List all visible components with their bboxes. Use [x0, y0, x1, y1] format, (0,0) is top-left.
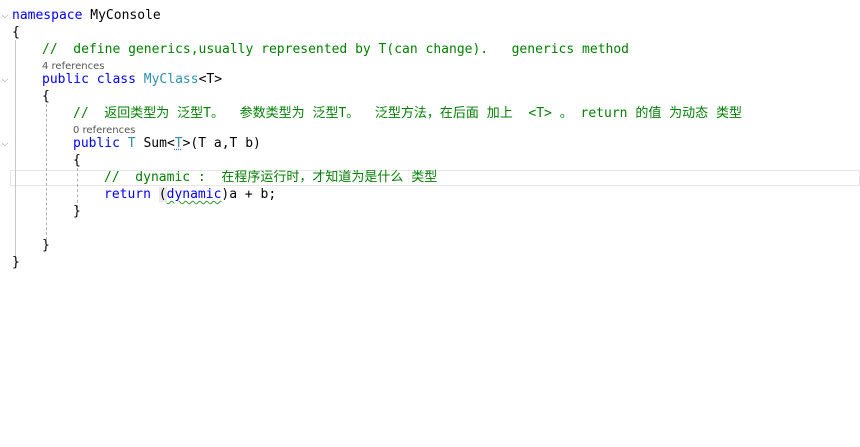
code-line-6[interactable]: // 返回类型为 泛型T。 参数类型为 泛型T。 泛型方法，在后面 加上 <T>… [73, 105, 742, 122]
collapse-method-icon[interactable]: ⌵ [0, 139, 10, 149]
collapse-class-icon[interactable]: ⌵ [0, 75, 10, 85]
indent-guide-method [77, 168, 78, 208]
code-line-14[interactable]: } [12, 254, 20, 271]
comment-text: // 返回类型为 泛型T。 参数类型为 泛型T。 泛型方法，在后面 加上 <T>… [73, 106, 742, 121]
keyword-namespace: namespace [12, 8, 83, 23]
return-expression: )a + b; [221, 187, 277, 202]
close-brace: } [42, 238, 50, 253]
code-line-7[interactable]: public T Sum<T>(T a,T b) [73, 135, 261, 152]
keyword-dynamic: dynamic [166, 187, 222, 202]
keyword-class: class [96, 72, 136, 87]
method-name: Sum [143, 136, 167, 151]
indent-guide-class [46, 104, 47, 240]
code-line-8[interactable]: { [73, 152, 81, 169]
indent-guide-namespace [15, 40, 16, 267]
code-line-4[interactable]: public class MyClass<T> [42, 71, 222, 88]
code-line-3[interactable]: // define generics,usually represented b… [42, 41, 629, 58]
return-type: T [127, 136, 136, 151]
open-brace: { [73, 153, 81, 168]
cast-open-paren: ( [158, 187, 167, 202]
keyword-public: public [42, 72, 89, 87]
comment-text: // define generics,usually represented b… [42, 42, 629, 57]
close-brace: } [12, 255, 20, 270]
open-brace: { [42, 89, 50, 104]
code-line-9[interactable]: // dynamic : 在程序运行时，才知道为是什么 类型 [104, 169, 437, 186]
generic-type-param: T [174, 136, 183, 151]
class-name: MyClass [143, 72, 199, 87]
code-line-2[interactable]: { [12, 24, 20, 41]
comment-text: // dynamic : 在程序运行时，才知道为是什么 类型 [104, 170, 438, 185]
code-line-5[interactable]: { [42, 88, 50, 105]
keyword-public: public [73, 136, 120, 151]
code-line-1[interactable]: namespace MyConsole [12, 7, 161, 24]
open-brace: { [12, 25, 20, 40]
keyword-return: return [104, 187, 151, 202]
code-line-11[interactable]: } [73, 203, 81, 220]
close-brace: } [73, 204, 81, 219]
code-line-13[interactable]: } [42, 237, 50, 254]
code-line-10[interactable]: return (dynamic)a + b; [104, 186, 276, 203]
namespace-name: MyConsole [90, 8, 161, 23]
collapse-namespace-icon[interactable]: ⌵ [0, 11, 10, 21]
class-generic-param: <T> [198, 72, 223, 87]
method-params: (T a,T b) [190, 136, 261, 151]
code-editor[interactable]: ⌵ ⌵ ⌵ namespace MyConsole { // define ge… [0, 0, 860, 447]
generic-open: < [166, 136, 175, 151]
